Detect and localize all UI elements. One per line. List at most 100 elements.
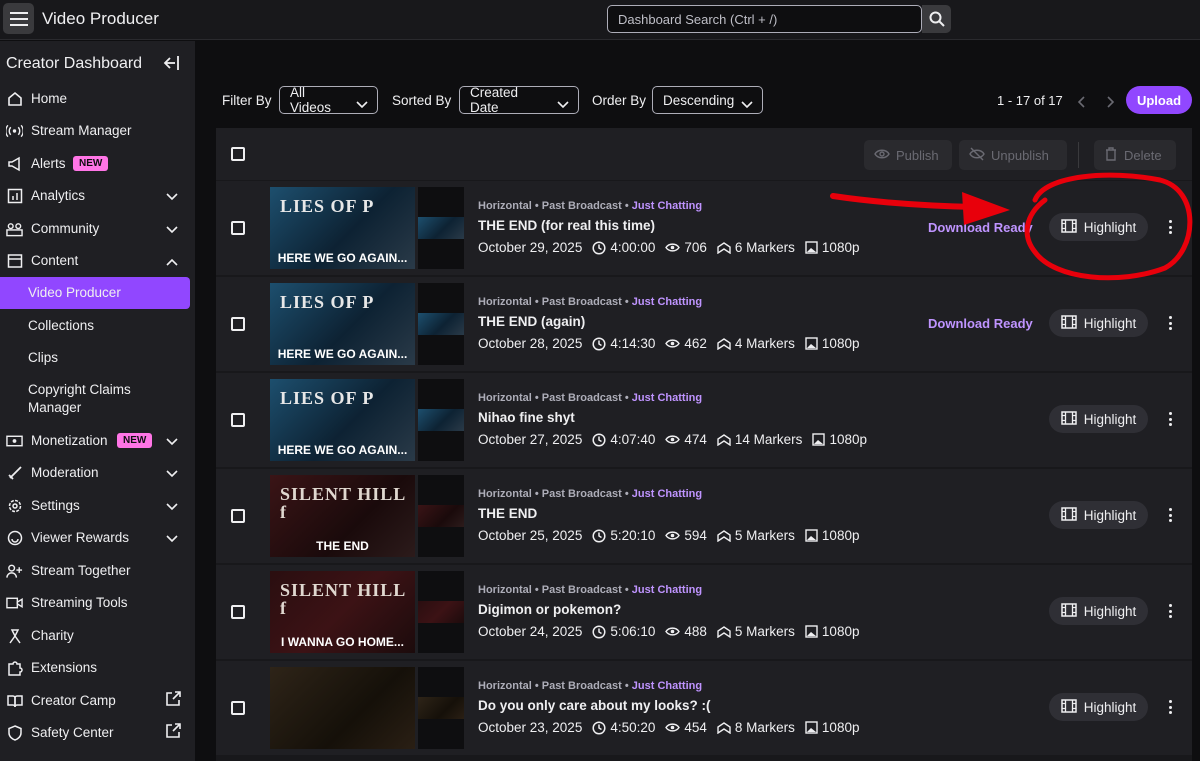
video-thumbnail[interactable]: SILENT HILL f I WANNA GO HOME... [270, 571, 415, 653]
video-row[interactable]: LIES OF P HERE WE GO AGAIN... Horizontal… [216, 373, 1192, 467]
more-options-icon[interactable] [1164, 409, 1176, 429]
sorted-by-select[interactable]: Created Date [459, 85, 579, 115]
sidebar-item-extensions[interactable]: Extensions [0, 652, 195, 682]
sidebar-item-monetization[interactable]: Monetization NEW [0, 425, 195, 455]
sidebar-item-analytics[interactable]: Analytics [0, 180, 195, 210]
video-vertical-thumbnail[interactable] [418, 379, 464, 461]
row-checkbox[interactable] [231, 413, 245, 427]
more-options-icon[interactable] [1164, 505, 1176, 525]
video-vertical-thumbnail[interactable] [418, 187, 464, 269]
order-by-select[interactable]: Descending [652, 86, 763, 114]
highlight-button[interactable]: Highlight [1049, 693, 1148, 721]
video-row[interactable]: LIES OF P HERE WE GO AGAIN... Horizontal… [216, 181, 1192, 275]
row-checkbox[interactable] [231, 221, 245, 235]
unpublish-button[interactable]: Unpublish [959, 140, 1067, 170]
select-all-checkbox[interactable] [231, 147, 245, 161]
search-input[interactable] [607, 5, 922, 33]
video-vertical-thumbnail[interactable] [418, 571, 464, 653]
video-duration: 5:20:10 [610, 528, 656, 543]
more-options-icon[interactable] [1164, 313, 1176, 333]
row-checkbox[interactable] [231, 317, 245, 331]
video-vertical-thumbnail[interactable] [418, 283, 464, 365]
video-thumbnail[interactable]: LIES OF P HERE WE GO AGAIN... [270, 283, 415, 365]
video-title[interactable]: Nihao fine shyt [478, 410, 575, 425]
video-title[interactable]: THE END [478, 506, 537, 521]
chevron-left-icon[interactable] [1077, 95, 1085, 113]
video-category[interactable]: Just Chatting [632, 680, 702, 692]
sidebar-item-streaming-tools[interactable]: Streaming Tools [0, 587, 195, 617]
video-title[interactable]: THE END (for real this time) [478, 218, 655, 233]
video-row[interactable]: Horizontal • Past Broadcast • Just Chatt… [216, 661, 1192, 755]
upload-button[interactable]: Upload [1126, 86, 1192, 114]
sidebar-item-label: Settings [31, 497, 80, 513]
video-title[interactable]: Digimon or pokemon? [478, 602, 621, 617]
video-title[interactable]: Do you only care about my looks? :( [478, 698, 711, 713]
chevron-right-icon[interactable] [1107, 95, 1115, 113]
highlight-button[interactable]: Highlight [1049, 213, 1148, 241]
video-thumbnail[interactable] [270, 667, 415, 749]
video-row[interactable]: LIES OF P HERE WE GO AGAIN... Horizontal… [216, 277, 1192, 371]
more-options-icon[interactable] [1164, 217, 1176, 237]
video-row[interactable]: SILENT HILL f I WANNA GO HOME... Horizon… [216, 565, 1192, 659]
sidebar-subitem-clips[interactable]: Clips [28, 350, 58, 365]
sidebar-item-moderation[interactable]: Moderation [0, 457, 195, 487]
delete-button[interactable]: Delete [1094, 140, 1176, 170]
row-checkbox[interactable] [231, 509, 245, 523]
sidebar-item-home[interactable]: Home [0, 83, 195, 113]
video-category[interactable]: Just Chatting [632, 296, 702, 308]
hamburger-icon[interactable] [3, 3, 34, 34]
chevron-down-icon [741, 97, 753, 112]
sidebar-item-community[interactable]: Community [0, 213, 195, 243]
analytics-icon [6, 187, 23, 204]
video-vertical-thumbnail[interactable] [418, 475, 464, 557]
collapse-sidebar-icon[interactable] [163, 56, 179, 75]
video-thumbnail[interactable]: LIES OF P HERE WE GO AGAIN... [270, 379, 415, 461]
thumbnail-logo: SILENT HILL f [280, 484, 406, 522]
more-options-icon[interactable] [1164, 697, 1176, 717]
sidebar-item-creator-camp[interactable]: Creator Camp [0, 685, 195, 715]
more-options-icon[interactable] [1164, 601, 1176, 621]
sidebar-item-safety-center[interactable]: Safety Center [0, 717, 195, 747]
search-icon[interactable] [922, 5, 951, 33]
video-markers: 5 Markers [734, 528, 795, 543]
sidebar-item-alerts[interactable]: Alerts NEW [0, 148, 195, 178]
video-date: October 25, 2025 [478, 528, 583, 543]
highlight-button[interactable]: Highlight [1049, 405, 1148, 433]
highlight-button[interactable]: Highlight [1049, 501, 1148, 529]
video-category[interactable]: Just Chatting [632, 200, 702, 212]
video-category[interactable]: Just Chatting [632, 392, 702, 404]
download-ready-link[interactable]: Download Ready [928, 220, 1033, 235]
sidebar-item-stream-manager[interactable]: Stream Manager [0, 115, 195, 145]
video-vertical-thumbnail[interactable] [418, 667, 464, 749]
sidebar-item-content[interactable]: Content [0, 245, 195, 275]
sidebar-item-stream-together[interactable]: Stream Together [0, 555, 195, 585]
video-stats: October 28, 2025 4:14:30 462 4 Markers 1… [478, 336, 859, 351]
sidebar-subitem-collections[interactable]: Collections [28, 318, 94, 333]
sidebar-item-settings[interactable]: Settings [0, 490, 195, 520]
thumbnail-logo: SILENT HILL f [280, 580, 406, 618]
video-thumbnail[interactable]: LIES OF P HERE WE GO AGAIN... [270, 187, 415, 269]
sidebar-subitem-video-producer[interactable]: Video Producer [28, 285, 121, 300]
add-user-icon [6, 562, 23, 579]
filter-by-select[interactable]: All Videos [279, 85, 378, 115]
video-date: October 27, 2025 [478, 432, 583, 447]
video-row[interactable]: SILENT HILL f THE END Horizontal • Past … [216, 469, 1192, 563]
sidebar-item-viewer-rewards[interactable]: Viewer Rewards [0, 522, 195, 552]
highlight-button[interactable]: Highlight [1049, 597, 1148, 625]
highlight-button[interactable]: Highlight [1049, 309, 1148, 337]
video-category[interactable]: Just Chatting [632, 584, 702, 596]
video-title[interactable]: THE END (again) [478, 314, 585, 329]
views-eye-icon [665, 434, 681, 445]
publish-button[interactable]: Publish [864, 140, 952, 170]
download-ready-link[interactable]: Download Ready [928, 316, 1033, 331]
video-meta: Horizontal • Past Broadcast • Just Chatt… [478, 200, 703, 212]
sidebar-subitem-copyright-claims-line2[interactable]: Manager [28, 400, 81, 415]
sidebar-item-charity[interactable]: Charity [0, 620, 195, 650]
sidebar-subitem-copyright-claims[interactable]: Copyright Claims [28, 382, 131, 397]
video-category[interactable]: Just Chatting [632, 488, 702, 500]
row-checkbox[interactable] [231, 605, 245, 619]
sorted-by-label: Sorted By [392, 93, 452, 108]
video-thumbnail[interactable]: SILENT HILL f THE END [270, 475, 415, 557]
community-icon [6, 220, 23, 237]
row-checkbox[interactable] [231, 701, 245, 715]
